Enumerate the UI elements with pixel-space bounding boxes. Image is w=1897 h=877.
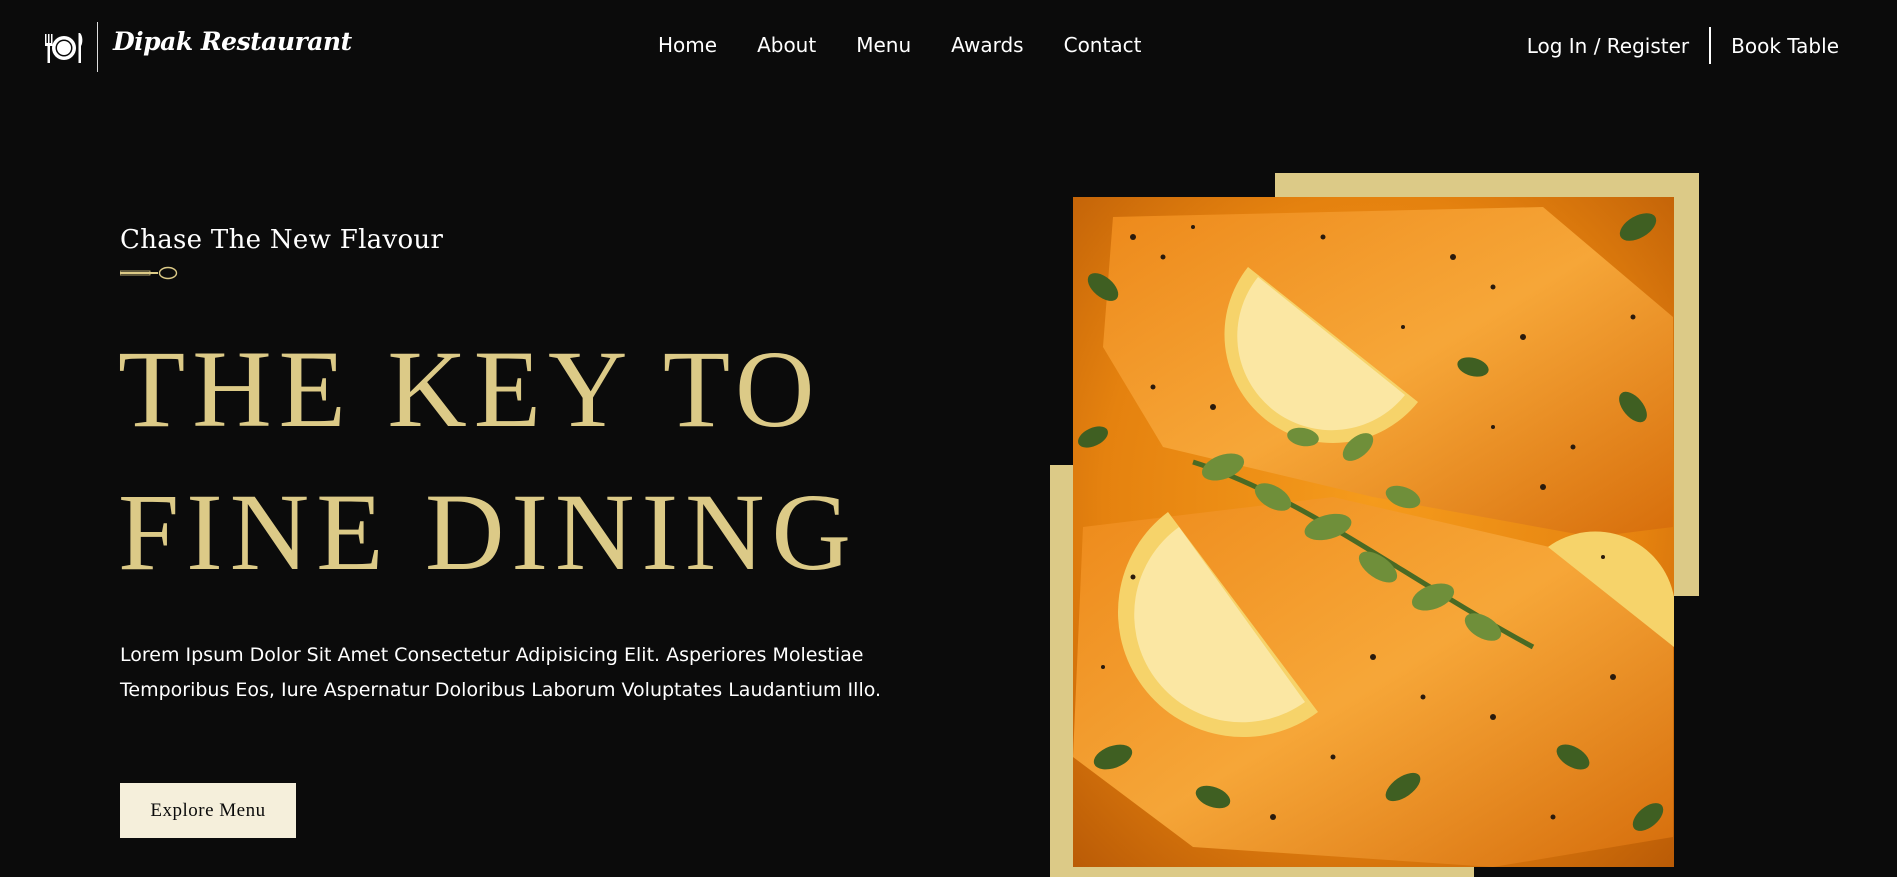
hero-headline: THE KEY TO FINE DINING xyxy=(118,318,858,604)
nav-actions-divider xyxy=(1709,27,1712,64)
salmon-with-lemon-and-herbs-image xyxy=(1073,197,1674,867)
book-table-link[interactable]: Book Table xyxy=(1731,34,1839,58)
login-register-link[interactable]: Log In / Register xyxy=(1527,34,1689,58)
nav-link-contact[interactable]: Contact xyxy=(1064,33,1142,57)
nav-link-home[interactable]: Home xyxy=(658,33,717,57)
plate-cutlery-icon[interactable] xyxy=(43,28,85,68)
nav-actions: Log In / Register Book Table xyxy=(1527,27,1839,64)
navbar: Dipak Restaurant Home About Menu Awards … xyxy=(0,0,1897,92)
main-nav: Home About Menu Awards Contact xyxy=(658,33,1181,57)
hero-description: Lorem Ipsum Dolor Sit Amet Consectetur A… xyxy=(120,644,882,701)
hero-eyebrow: Chase The New Flavour xyxy=(120,225,444,255)
logo-divider xyxy=(97,22,98,72)
spoon-icon xyxy=(120,266,178,280)
explore-menu-button[interactable]: Explore Menu xyxy=(120,783,296,838)
nav-link-about[interactable]: About xyxy=(757,33,816,57)
hero-headline-line-1: THE KEY TO xyxy=(118,328,822,450)
hero-headline-line-2: FINE DINING xyxy=(118,471,858,593)
nav-link-awards[interactable]: Awards xyxy=(951,33,1023,57)
nav-link-menu[interactable]: Menu xyxy=(856,33,911,57)
brand-name[interactable]: Dipak Restaurant xyxy=(113,27,352,56)
